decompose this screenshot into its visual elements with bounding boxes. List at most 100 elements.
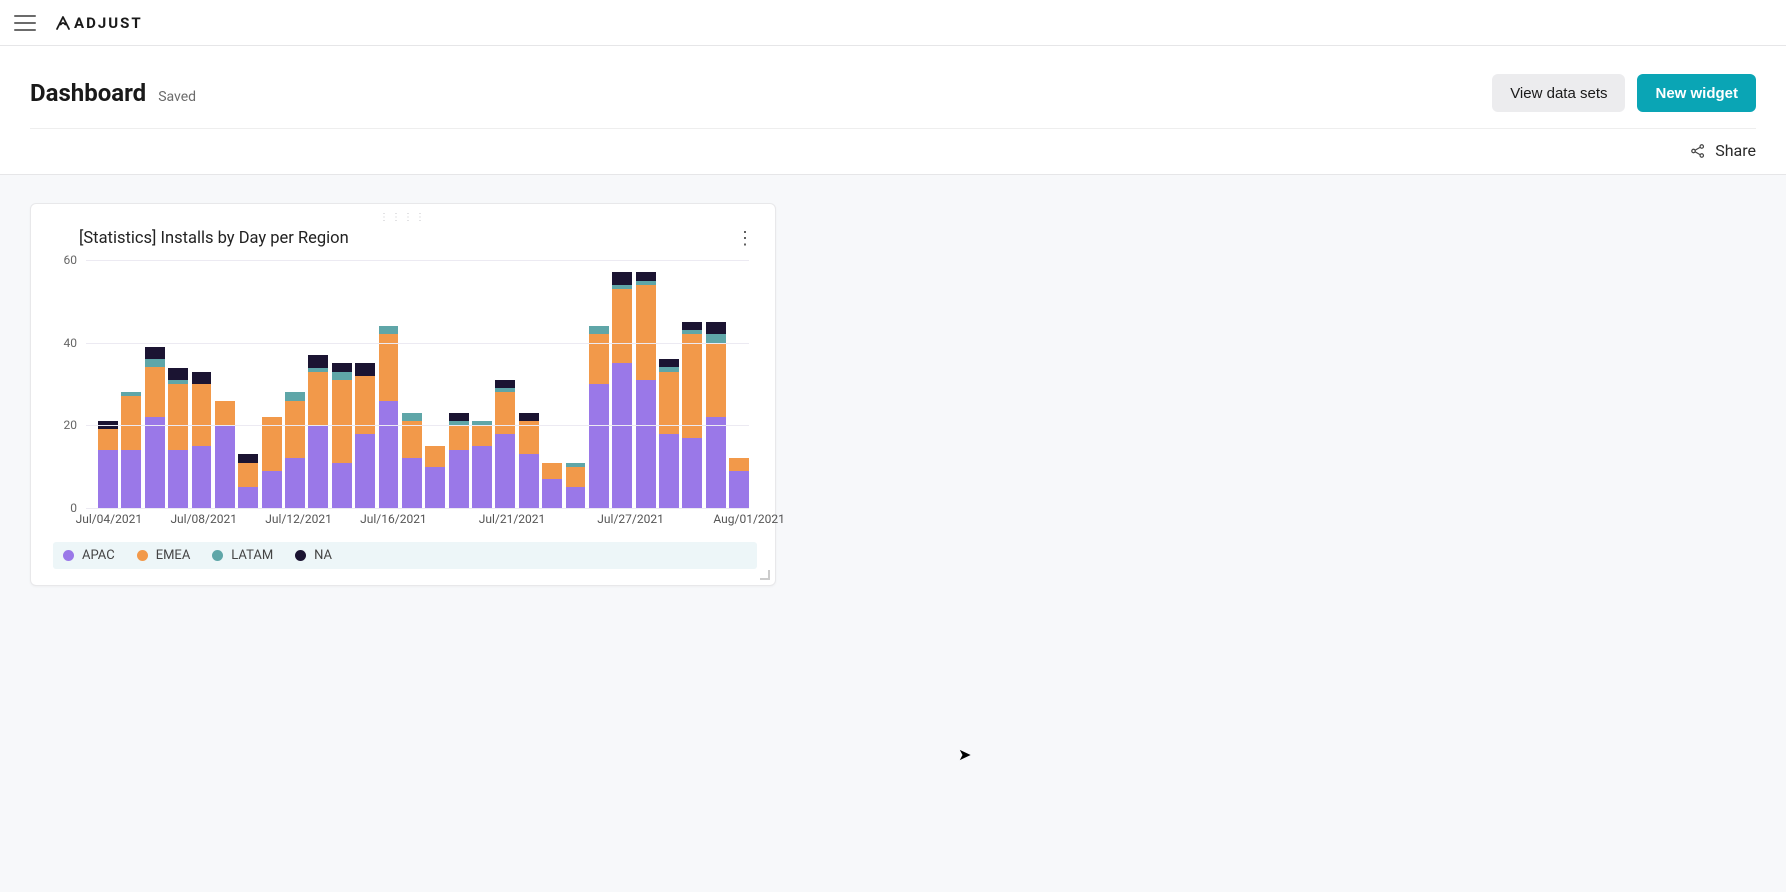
bar-segment-emea xyxy=(145,367,165,417)
bar-segment-apac xyxy=(449,450,469,508)
bar-segment-na xyxy=(706,322,726,334)
share-icon xyxy=(1689,142,1707,160)
bar-segment-na xyxy=(682,322,702,330)
bar-column[interactable] xyxy=(636,272,656,508)
bar-column[interactable] xyxy=(121,392,141,508)
widget-menu-kebab-icon[interactable]: ⋮ xyxy=(733,226,757,250)
bar-segment-na xyxy=(636,272,656,280)
bar-column[interactable] xyxy=(332,363,352,508)
bar-segment-emea xyxy=(402,421,422,458)
bar-column[interactable] xyxy=(308,355,328,508)
bar-segment-emea xyxy=(379,334,399,400)
bar-column[interactable] xyxy=(729,458,749,508)
bar-segment-emea xyxy=(308,372,328,426)
view-data-sets-button[interactable]: View data sets xyxy=(1492,74,1625,112)
bar-segment-latam xyxy=(332,372,352,380)
bar-segment-apac xyxy=(98,450,118,508)
bar-column[interactable] xyxy=(238,454,258,508)
y-tick-label: 40 xyxy=(64,336,78,350)
drag-handle-icon[interactable]: ⋮⋮⋮⋮ xyxy=(379,212,427,223)
legend-apac[interactable]: APAC xyxy=(63,548,115,563)
legend: APAC EMEA LATAM NA xyxy=(53,542,757,569)
bar-column[interactable] xyxy=(659,359,679,508)
x-axis: Jul/04/2021Jul/08/2021Jul/12/2021Jul/16/… xyxy=(85,508,749,528)
bar-column[interactable] xyxy=(168,368,188,509)
bar-column[interactable] xyxy=(612,272,632,508)
bar-column[interactable] xyxy=(145,347,165,508)
bar-segment-emea xyxy=(121,396,141,450)
header-row-secondary: Share xyxy=(30,129,1756,174)
bar-column[interactable] xyxy=(355,363,375,508)
bar-segment-apac xyxy=(192,446,212,508)
bar-segment-apac xyxy=(402,458,422,508)
y-axis: 0204060 xyxy=(51,260,77,508)
bar-column[interactable] xyxy=(98,421,118,508)
bar-segment-latam xyxy=(706,334,726,342)
x-tick-label: Aug/01/2021 xyxy=(713,512,784,526)
bar-segment-na xyxy=(355,363,375,375)
bar-column[interactable] xyxy=(285,392,305,508)
page-title: Dashboard xyxy=(30,79,146,107)
bar-column[interactable] xyxy=(566,463,586,508)
bar-segment-na xyxy=(449,413,469,421)
bar-segment-emea xyxy=(542,463,562,480)
bar-segment-emea xyxy=(332,380,352,463)
bar-column[interactable] xyxy=(449,413,469,508)
bar-segment-na xyxy=(519,413,539,421)
bar-segment-apac xyxy=(729,471,749,508)
bar-segment-emea xyxy=(682,334,702,437)
x-tick-label: Jul/12/2021 xyxy=(265,512,332,526)
bar-column[interactable] xyxy=(262,417,282,508)
bar-column[interactable] xyxy=(379,326,399,508)
bar-column[interactable] xyxy=(472,421,492,508)
share-button[interactable]: Share xyxy=(1689,141,1756,160)
bar-column[interactable] xyxy=(402,413,422,508)
bar-segment-apac xyxy=(472,446,492,508)
bar-segment-apac xyxy=(121,450,141,508)
bar-segment-latam xyxy=(145,359,165,367)
legend-emea[interactable]: EMEA xyxy=(137,548,191,563)
bar-segment-apac xyxy=(636,380,656,508)
bar-column[interactable] xyxy=(542,463,562,508)
bar-segment-na xyxy=(145,347,165,359)
bar-column[interactable] xyxy=(215,401,235,508)
bar-segment-na xyxy=(659,359,679,367)
bar-segment-na xyxy=(332,363,352,371)
bar-segment-latam xyxy=(379,326,399,334)
legend-na[interactable]: NA xyxy=(295,548,332,563)
hamburger-menu-icon[interactable] xyxy=(14,15,36,31)
bar-segment-emea xyxy=(238,463,258,488)
bar-segment-apac xyxy=(682,438,702,508)
page-header: Dashboard Saved View data sets New widge… xyxy=(0,46,1786,175)
brand-logo[interactable]: ADJUST xyxy=(54,14,143,32)
cursor-icon: ➤ xyxy=(958,745,971,764)
resize-handle-icon[interactable] xyxy=(758,568,772,582)
bar-segment-emea xyxy=(659,372,679,434)
bar-column[interactable] xyxy=(589,326,609,508)
legend-latam[interactable]: LATAM xyxy=(212,548,273,563)
bar-segment-emea xyxy=(472,425,492,446)
bar-segment-apac xyxy=(285,458,305,508)
bar-segment-apac xyxy=(612,363,632,508)
bar-segment-apac xyxy=(566,487,586,508)
bar-segment-emea xyxy=(425,446,445,467)
save-status: Saved xyxy=(158,89,196,105)
bar-segment-emea xyxy=(636,285,656,380)
gridline xyxy=(86,260,749,261)
chart: 0204060 Jul/04/2021Jul/08/2021Jul/12/202… xyxy=(79,260,749,528)
bar-column[interactable] xyxy=(519,413,539,508)
x-tick-label: Jul/21/2021 xyxy=(479,512,546,526)
bars-container xyxy=(98,260,749,508)
bar-segment-emea xyxy=(566,467,586,488)
bar-segment-apac xyxy=(589,384,609,508)
bar-segment-na xyxy=(495,380,515,388)
bar-segment-apac xyxy=(238,487,258,508)
bar-column[interactable] xyxy=(495,380,515,508)
new-widget-button[interactable]: New widget xyxy=(1637,74,1756,112)
bar-column[interactable] xyxy=(682,322,702,508)
bar-column[interactable] xyxy=(425,446,445,508)
bar-column[interactable] xyxy=(192,372,212,508)
y-tick-label: 60 xyxy=(64,253,78,267)
bar-column[interactable] xyxy=(706,322,726,508)
bar-segment-na xyxy=(308,355,328,367)
